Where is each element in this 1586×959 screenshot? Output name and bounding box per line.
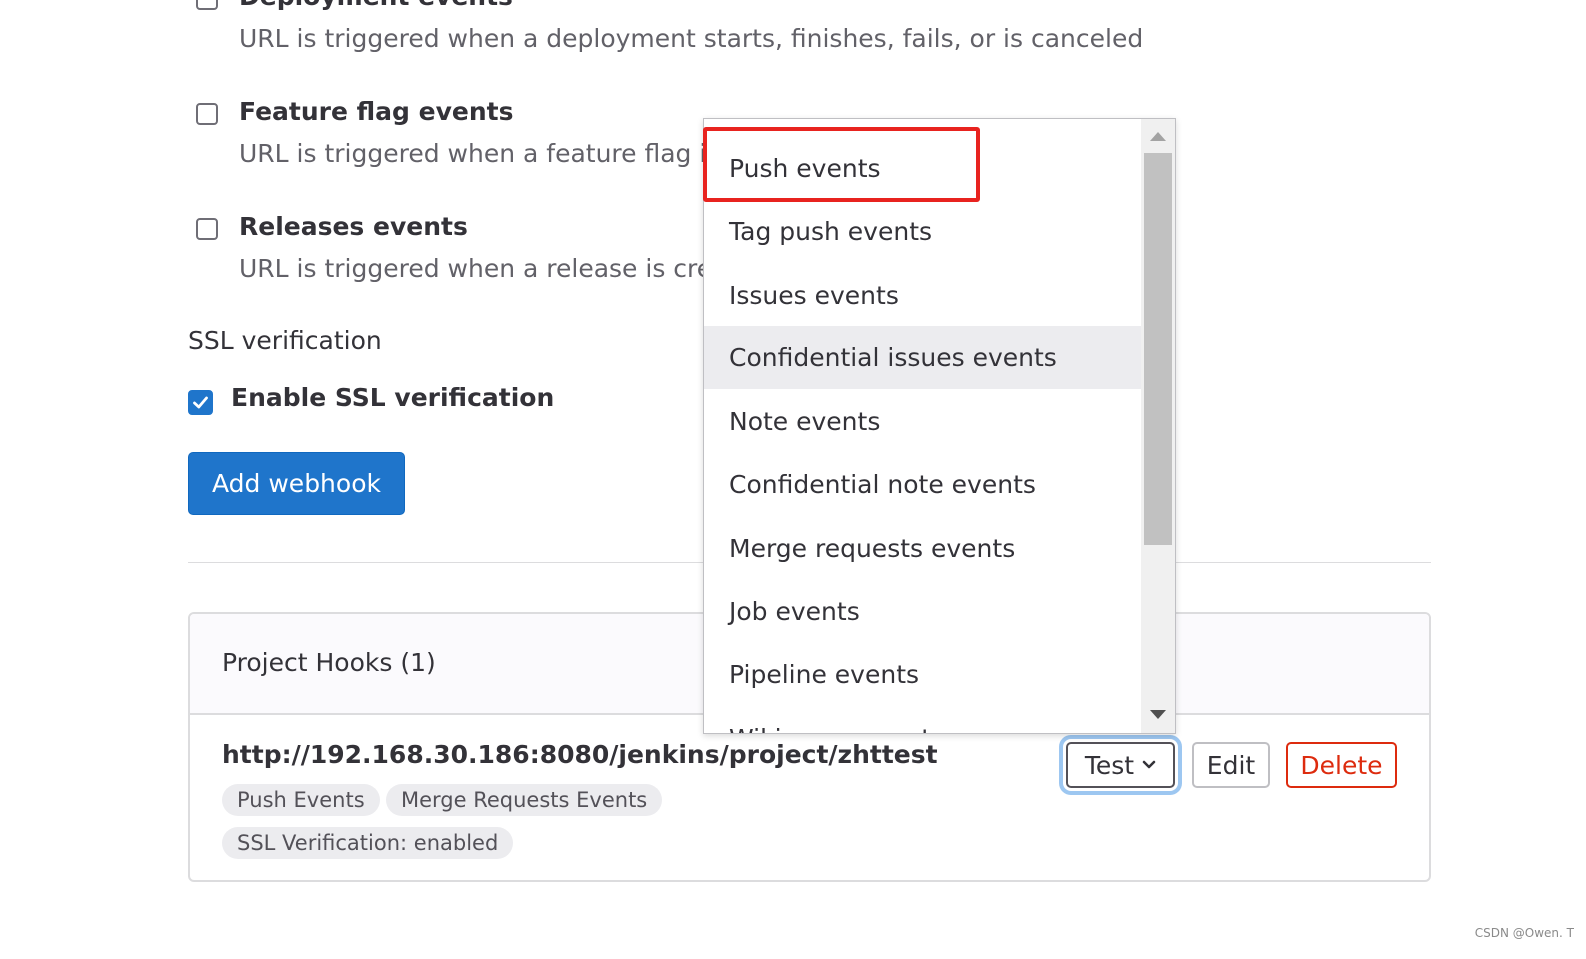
dropdown-item-job-events[interactable]: Job events [704,580,1142,643]
dropdown-item-issues-events[interactable]: Issues events [704,264,1142,327]
deployment-events-label: Deployment events [239,0,513,11]
badge-push-events: Push Events [222,784,380,816]
deployment-events-description: URL is triggered when a deployment start… [239,24,1144,53]
dropdown-item-wiki-page-events[interactable]: Wiki page events [704,707,1142,733]
dropdown-item-pipeline-events[interactable]: Pipeline events [704,643,1142,706]
releases-events-label: Releases events [239,212,468,241]
feature-flag-events-checkbox[interactable] [196,103,218,125]
deployment-events-checkbox[interactable] [196,0,218,10]
check-icon [193,396,208,409]
feature-flag-events-description: URL is triggered when a feature flag is [239,139,720,168]
annotation-highlight-box [703,127,980,202]
ssl-verification-label: Enable SSL verification [231,383,555,412]
ssl-verification-checkbox[interactable] [188,390,213,415]
feature-flag-events-label: Feature flag events [239,97,514,126]
dropdown-item-merge-requests-events[interactable]: Merge requests events [704,517,1142,580]
scroll-up-arrow-icon[interactable] [1150,132,1166,141]
releases-events-checkbox[interactable] [196,218,218,240]
hook-url: http://192.168.30.186:8080/jenkins/proje… [222,740,938,769]
dropdown-item-note-events[interactable]: Note events [704,390,1142,453]
chevron-down-icon [1142,760,1156,769]
dropdown-item-confidential-note-events[interactable]: Confidential note events [704,453,1142,516]
scroll-down-arrow-icon[interactable] [1150,710,1166,719]
edit-button[interactable]: Edit [1192,742,1270,788]
dropdown-item-confidential-issues-events[interactable]: Confidential issues events [704,326,1142,389]
test-dropdown-button[interactable]: Test [1066,742,1175,788]
test-events-dropdown[interactable]: Push events Tag push events Issues event… [703,118,1176,734]
badge-merge-requests-events: Merge Requests Events [386,784,663,816]
add-webhook-button[interactable]: Add webhook [188,452,405,515]
test-button-label: Test [1084,750,1135,780]
badge-ssl-verification: SSL Verification: enabled [222,827,514,859]
releases-events-description: URL is triggered when a release is crea [239,254,728,283]
delete-button[interactable]: Delete [1286,742,1397,788]
watermark: CSDN @Owen. T [1474,926,1574,940]
scrollbar-thumb[interactable] [1144,153,1172,545]
project-hooks-title: Project Hooks (1) [222,648,436,677]
dropdown-item-tag-push-events[interactable]: Tag push events [704,200,1142,263]
dropdown-scrollbar[interactable] [1141,119,1175,733]
ssl-section-title: SSL verification [188,326,382,355]
